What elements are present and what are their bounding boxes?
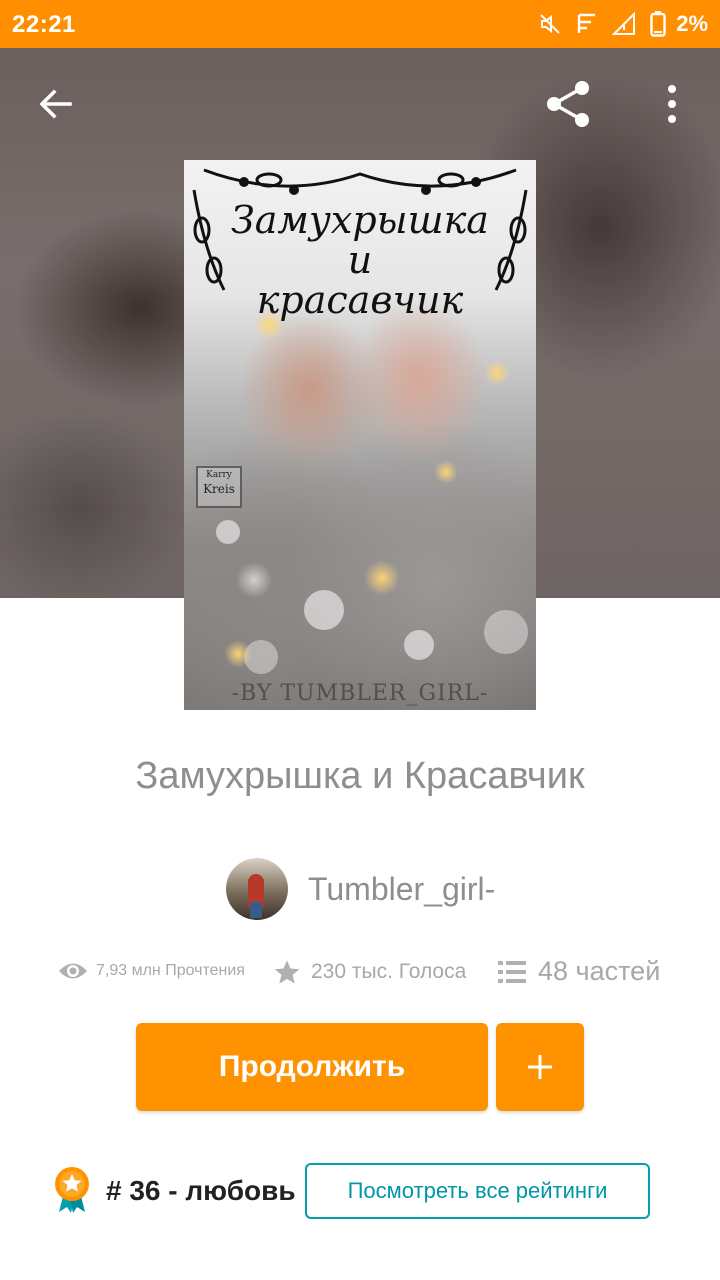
- add-to-library-button[interactable]: [496, 1023, 584, 1111]
- share-button[interactable]: [540, 76, 596, 132]
- plus-icon: [528, 1055, 552, 1079]
- rank-badge-icon: [52, 1166, 92, 1214]
- continue-reading-button[interactable]: Продолжить: [136, 1023, 488, 1111]
- votes-stat: 230 тыс. Голоса: [273, 958, 466, 986]
- view-all-rankings-button[interactable]: Посмотреть все рейтинги: [305, 1163, 650, 1219]
- story-cover[interactable]: Замухрышка и красавчик Karry Kreis -BY T…: [184, 160, 536, 710]
- rank-text: # 36 - любовь: [106, 1175, 296, 1206]
- cover-signature: -BY TUMBLER_GIRL-: [231, 681, 489, 706]
- reads-count: 7,93 млн Прочтения: [96, 962, 245, 979]
- more-options-button[interactable]: [644, 76, 700, 132]
- arrow-left-icon: [39, 89, 72, 119]
- story-title: Замухрышка и Красавчик: [135, 755, 585, 797]
- battery-percent: 2%: [676, 11, 708, 36]
- cover-stamp: Karry Kreis: [196, 466, 242, 508]
- status-time: 22:21: [12, 11, 76, 38]
- votes-count: 230 тыс. Голоса: [311, 960, 467, 983]
- avatar: [226, 858, 288, 920]
- share-icon: [547, 81, 589, 127]
- back-button[interactable]: [28, 76, 84, 132]
- battery-icon: [650, 11, 666, 37]
- list-icon: [498, 960, 526, 983]
- notification-icon: [576, 13, 598, 35]
- more-vertical-icon: [668, 85, 676, 123]
- author-name: Tumbler_girl-: [308, 870, 496, 907]
- status-icons: 2%: [538, 8, 708, 40]
- cover-title: Замухрышка и красавчик: [231, 198, 489, 322]
- star-icon: [274, 960, 300, 984]
- rank-number: # 36: [106, 1175, 161, 1206]
- rank-category: любовь: [185, 1175, 296, 1206]
- reads-stat: 7,93 млн Прочтения: [58, 960, 245, 982]
- status-bar: 22:21 2%: [0, 0, 720, 48]
- mute-icon: [538, 12, 562, 36]
- parts-stat: 48 частей: [498, 956, 660, 987]
- story-stats: 7,93 млн Прочтения 230 тыс. Голоса 48 ча…: [0, 952, 720, 996]
- signal-icon: [612, 12, 636, 36]
- eye-icon: [59, 963, 87, 979]
- parts-count: 48 частей: [538, 956, 661, 986]
- author-link[interactable]: Tumbler_girl-: [226, 858, 495, 920]
